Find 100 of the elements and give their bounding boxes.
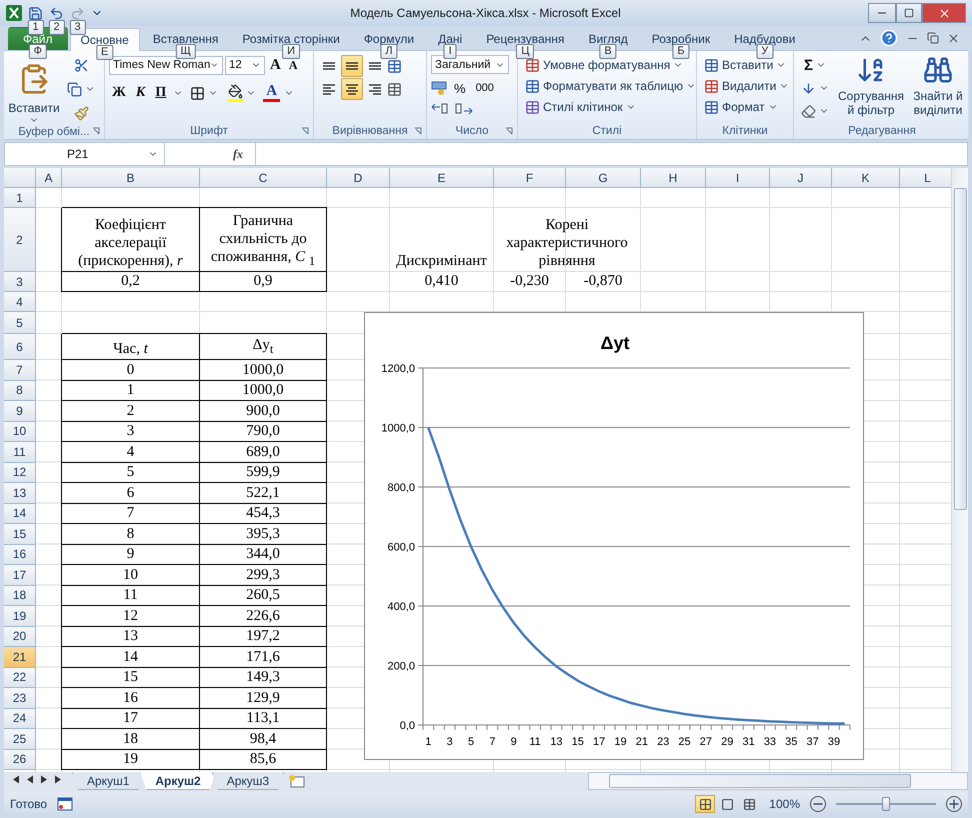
styles-menu-button[interactable]: Форматувати як таблицю [522,76,699,96]
row-header[interactable]: 21 [4,647,36,668]
redo-icon[interactable] [70,6,85,20]
sort-filter-button[interactable]: Сортування й фільтр [836,55,906,123]
autosum-button[interactable]: Σ [798,55,832,75]
row-header[interactable]: 16 [4,544,36,565]
cells-menu-button[interactable]: Видалити [701,76,792,96]
column-header[interactable]: D [327,168,390,188]
align-middle-icon [345,62,359,70]
row-header[interactable]: 24 [4,708,36,729]
column-header[interactable]: H [641,168,706,188]
column-header[interactable]: G [566,168,641,188]
dialog-launcher-icon[interactable] [414,127,422,135]
undo-icon[interactable] [49,6,64,20]
column-header[interactable]: A [36,168,62,188]
italic-button[interactable]: К [132,83,148,103]
sheet-tab[interactable]: Аркуш3 [212,772,284,790]
view-button[interactable] [695,795,716,813]
close-button[interactable] [922,3,966,23]
zoom-in-icon[interactable] [946,796,962,812]
keytip: 3 [69,20,86,34]
row-header[interactable]: 2 [4,208,36,272]
zoom-thumb[interactable] [882,797,890,811]
alignment-button[interactable] [341,55,363,77]
thousands-button[interactable]: 000 [472,78,497,98]
row-header[interactable]: 22 [4,668,36,688]
row-header[interactable]: 13 [4,483,36,504]
grow-font-button[interactable]: A [267,55,284,75]
column-header[interactable]: K [832,168,900,188]
dialog-launcher-icon[interactable] [92,127,100,135]
row-header[interactable]: 18 [4,586,36,606]
zoom-level[interactable]: 100% [769,797,800,811]
macro-record-icon[interactable] [57,797,74,811]
cells-menu-button[interactable]: Формат [701,97,792,117]
row-header[interactable]: 3 [4,272,36,292]
row-header[interactable]: 23 [4,688,36,708]
row-header[interactable]: 1 [4,188,36,208]
row-header[interactable]: 17 [4,565,36,586]
row-header[interactable]: 19 [4,606,36,626]
font-size-field[interactable]: 12 [225,56,265,74]
close-icon[interactable] [947,32,960,44]
column-header[interactable]: C [200,168,327,188]
zoom-out-icon[interactable] [810,796,826,812]
table-cell: 395,3 [200,524,327,544]
column-header[interactable]: I [706,168,770,188]
decrease-decimal-icon[interactable] [455,102,473,116]
restore-icon[interactable] [927,32,939,44]
new-sheet-icon[interactable] [288,774,306,788]
increase-decimal-icon[interactable] [431,102,449,116]
scrollbar-thumb[interactable] [954,188,968,510]
row-header[interactable]: 10 [4,422,36,442]
styles-menu-button[interactable]: Стилі клітинок [522,97,699,117]
row-header[interactable]: 11 [4,442,36,462]
insert-function-button[interactable]: fx [233,146,243,162]
bold-button[interactable]: Ж [109,83,129,103]
row-header[interactable]: 25 [4,729,36,750]
row-header[interactable]: 5 [4,312,36,334]
row-header[interactable]: 9 [4,401,36,422]
maximize-button[interactable] [896,3,922,23]
table-cell: 900,0 [200,401,327,422]
help-icon[interactable] [880,29,898,47]
percent-button[interactable]: % [451,78,469,98]
app-logo-icon[interactable] [6,5,22,21]
row-header[interactable]: 14 [4,504,36,524]
column-header[interactable]: F [494,168,566,188]
row-header[interactable]: 6 [4,334,36,360]
binoculars-icon [923,55,953,85]
column-header[interactable]: L [900,168,952,188]
currency-icon[interactable] [431,81,447,95]
column-header[interactable]: J [770,168,832,188]
row-header[interactable]: 4 [4,292,36,312]
maximize-icon [904,8,914,18]
axis-tick-label: 0,0 [400,720,415,732]
row-header[interactable]: 20 [4,626,36,647]
alignment-button[interactable] [341,78,363,100]
find-select-button[interactable]: Знайти й виділити [910,55,966,123]
row-header[interactable]: 12 [4,462,36,483]
save-icon[interactable] [28,6,43,20]
row-header[interactable]: 7 [4,360,36,380]
number-format-field[interactable]: Загальний [431,55,509,74]
font-name-field[interactable]: Times New Roman [109,56,223,74]
dialog-launcher-icon[interactable] [505,127,513,135]
row-header[interactable]: 8 [4,380,36,401]
row-header[interactable]: 15 [4,524,36,544]
axis-tick-label: 11 [529,736,541,748]
horizontal-scrollbar[interactable] [588,772,968,790]
axis-tick-label: 27 [700,736,712,748]
dialog-launcher-icon[interactable] [301,127,309,135]
table-cell: 85,6 [200,750,327,770]
sheet-tab[interactable]: Аркуш2 [140,772,216,790]
row-header[interactable]: 26 [4,750,36,770]
scrollbar-thumb[interactable] [609,774,911,788]
vertical-scrollbar[interactable] [951,168,968,772]
underline-button[interactable]: П [152,83,170,103]
table-cell: 13 [62,626,200,647]
table-cell: 197,2 [200,626,327,647]
column-header[interactable]: B [62,168,200,188]
name-box[interactable]: P21 [5,143,165,165]
font-color-button[interactable]: A [263,84,280,102]
column-header[interactable]: E [390,168,494,188]
